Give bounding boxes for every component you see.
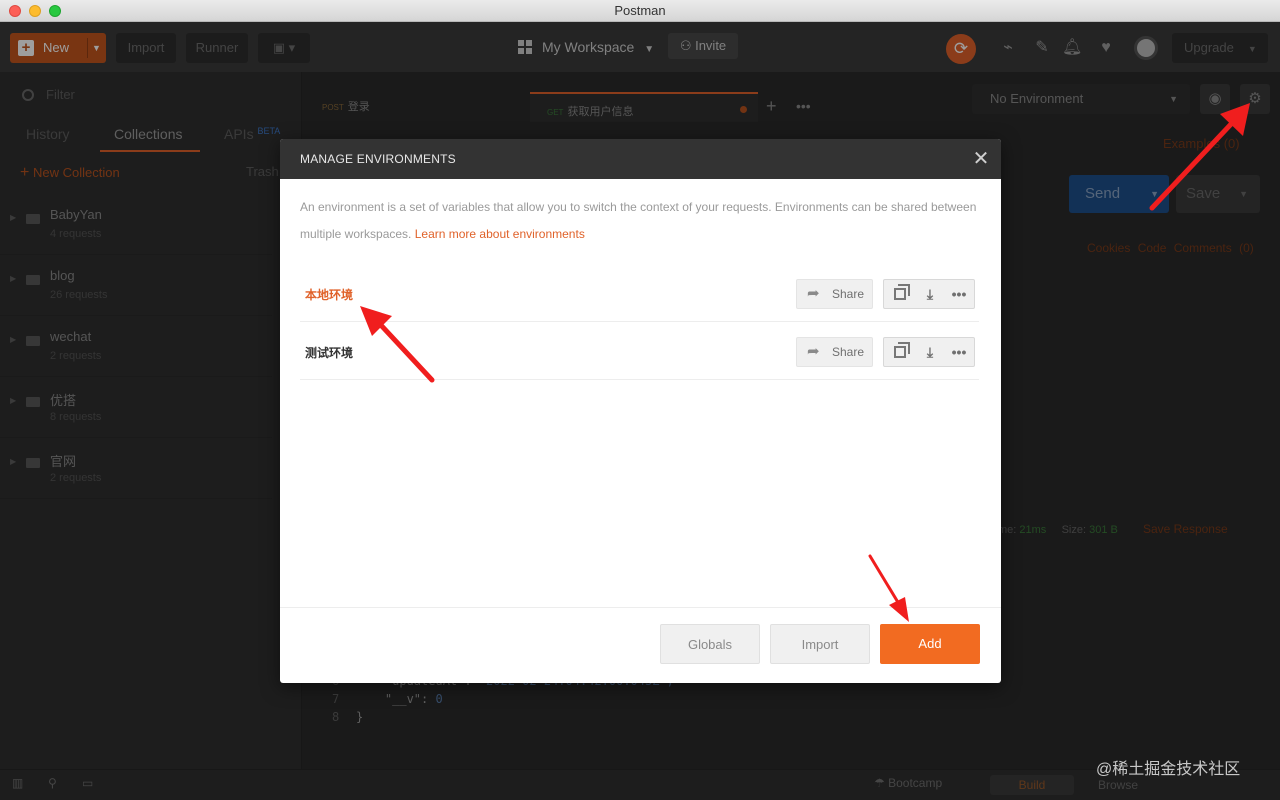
- window-minimize-button[interactable]: [29, 5, 41, 17]
- download-icon[interactable]: ⤓: [915, 280, 945, 308]
- modal-title: MANAGE ENVIRONMENTS: [300, 152, 456, 166]
- download-icon[interactable]: ⤓: [915, 338, 945, 366]
- add-button[interactable]: Add: [880, 624, 980, 664]
- environment-actions: ⤓ •••: [883, 337, 975, 367]
- environment-row: 测试环境 ➦ Share ⤓ •••: [300, 322, 979, 380]
- title-bar: Postman: [0, 0, 1280, 22]
- share-button[interactable]: ➦ Share: [796, 279, 873, 309]
- more-icon[interactable]: •••: [944, 338, 974, 366]
- globals-button[interactable]: Globals: [660, 624, 760, 664]
- environment-name[interactable]: 测试环境: [305, 344, 353, 361]
- environment-name[interactable]: 本地环境: [305, 286, 353, 303]
- duplicate-button[interactable]: [884, 338, 914, 366]
- more-icon[interactable]: •••: [944, 280, 974, 308]
- manage-environments-modal: MANAGE ENVIRONMENTS ✕ An environment is …: [280, 139, 1001, 683]
- window-maximize-button[interactable]: [49, 5, 61, 17]
- modal-header: MANAGE ENVIRONMENTS ✕: [280, 139, 1001, 179]
- copy-icon: [894, 284, 910, 300]
- watermark: @稀土掘金技术社区: [1096, 761, 1241, 778]
- environment-actions: ⤓ •••: [883, 279, 975, 309]
- modal-description: An environment is a set of variables tha…: [300, 200, 977, 241]
- learn-more-link[interactable]: Learn more about environments: [415, 227, 585, 241]
- share-icon: ➦: [807, 343, 820, 360]
- copy-icon: [894, 342, 910, 358]
- share-icon: ➦: [807, 285, 820, 302]
- close-icon[interactable]: ✕: [970, 148, 992, 170]
- share-button[interactable]: ➦ Share: [796, 337, 873, 367]
- modal-footer: Globals Import Add: [280, 607, 1001, 683]
- environment-row: 本地环境 ➦ Share ⤓ •••: [300, 264, 979, 322]
- import-button[interactable]: Import: [770, 624, 870, 664]
- window-close-button[interactable]: [9, 5, 21, 17]
- duplicate-button[interactable]: [884, 280, 914, 308]
- window-title: Postman: [614, 3, 666, 18]
